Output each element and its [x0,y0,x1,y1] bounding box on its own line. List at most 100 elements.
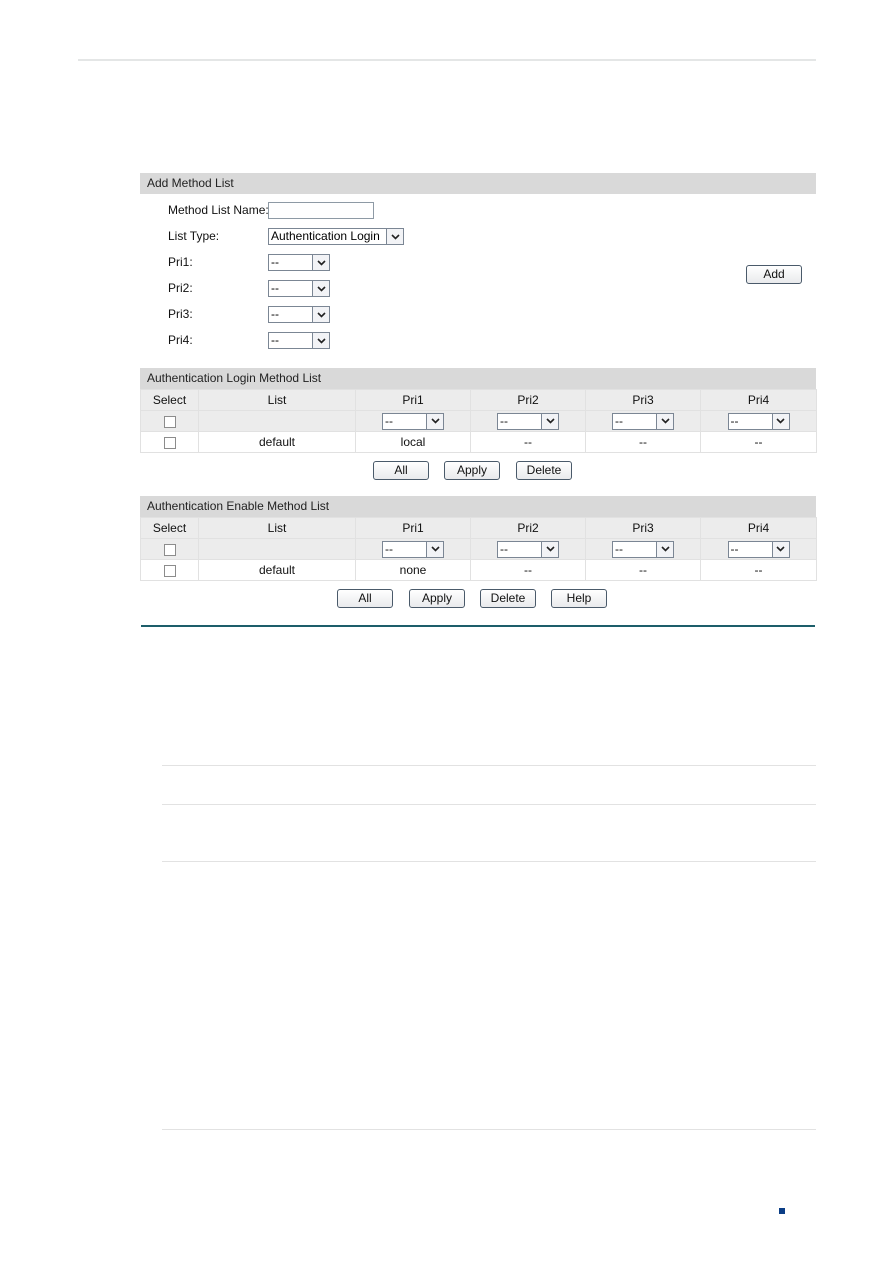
pri3-label: Pri3: [168,307,193,321]
cell-pri3: -- [585,431,701,453]
filter-pri2-value: -- [500,413,508,428]
figure-divider [141,625,815,627]
chevron-down-icon[interactable] [541,541,558,557]
chevron-down-icon[interactable] [541,413,558,429]
filter-pri4-value: -- [730,541,739,556]
cell-pri4: -- [700,559,817,581]
filter-row: -- -- -- -- [140,538,817,560]
filter-pri3-value: -- [615,541,623,556]
column-header-pri1: Pri1 [355,389,471,411]
filter-pri1-select[interactable]: -- [382,540,444,558]
column-header-pri3: Pri3 [585,517,701,539]
chevron-down-icon[interactable] [312,333,329,348]
row-checkbox[interactable] [163,564,176,577]
add-method-list-header: Add Method List [140,173,816,194]
cell-pri2: -- [470,559,586,581]
column-header-pri2: Pri2 [470,517,586,539]
enable-method-list-header: Authentication Enable Method List [140,496,816,517]
chevron-down-icon[interactable] [771,541,789,557]
pri1-value: -- [271,255,279,269]
page-header-rule [78,59,816,61]
enable-apply-button[interactable]: Apply [409,589,465,608]
filter-pri4-select[interactable]: -- [727,412,790,430]
table-row: default none -- -- -- [140,559,817,581]
login-apply-button[interactable]: Apply [444,461,500,480]
filter-pri1-value: -- [385,413,393,428]
help-button[interactable]: Help [551,589,607,608]
list-type-select[interactable]: Authentication Login [268,228,404,245]
cell-pri3: -- [585,559,701,581]
login-method-table: Select List Pri1 Pri2 Pri3 Pri4 -- -- --… [140,389,817,453]
filter-pri4-value: -- [730,413,739,428]
pri2-select[interactable]: -- [268,280,330,297]
chevron-down-icon[interactable] [312,281,329,296]
column-header-list: List [198,517,356,539]
table-rule [162,804,816,805]
filter-pri3-select[interactable]: -- [612,412,674,430]
pri1-select[interactable]: -- [268,254,330,271]
add-button[interactable]: Add [746,265,802,284]
pri1-label: Pri1: [168,255,193,269]
column-header-pri1: Pri1 [355,517,471,539]
chevron-down-icon[interactable] [312,307,329,322]
pri2-label: Pri2: [168,281,193,295]
login-all-button[interactable]: All [373,461,429,480]
column-header-pri4: Pri4 [700,517,817,539]
cell-list: default [198,431,356,453]
column-header-pri3: Pri3 [585,389,701,411]
chevron-down-icon[interactable] [386,229,403,244]
cell-pri4: -- [700,431,817,453]
page-marker-square-icon [779,1208,785,1214]
select-all-checkbox[interactable] [163,543,176,556]
chevron-down-icon[interactable] [656,413,673,429]
method-list-name-label: Method List Name: [168,203,269,217]
column-header-pri4: Pri4 [700,389,817,411]
pri3-select[interactable]: -- [268,306,330,323]
column-header-list: List [198,389,356,411]
pri3-value: -- [271,307,279,321]
list-filter-cell [198,538,356,560]
filter-pri3-select[interactable]: -- [612,540,674,558]
column-header-select: Select [140,517,199,539]
enable-all-button[interactable]: All [337,589,393,608]
filter-pri2-value: -- [500,541,508,556]
filter-pri1-select[interactable]: -- [382,412,444,430]
login-delete-button[interactable]: Delete [516,461,572,480]
table-rule [162,1129,816,1130]
pri4-label: Pri4: [168,333,193,347]
row-checkbox[interactable] [163,436,176,449]
cell-pri2: -- [470,431,586,453]
chevron-down-icon[interactable] [426,541,443,557]
filter-pri3-value: -- [615,413,623,428]
table-rule [162,765,816,766]
table-header-row: Select List Pri1 Pri2 Pri3 Pri4 [140,389,817,411]
filter-pri4-select[interactable]: -- [727,540,790,558]
enable-delete-button[interactable]: Delete [480,589,536,608]
method-list-name-input[interactable] [268,202,374,219]
select-all-checkbox[interactable] [163,415,176,428]
pri4-value: -- [271,333,279,347]
cell-list: default [198,559,356,581]
table-header-row: Select List Pri1 Pri2 Pri3 Pri4 [140,517,817,539]
enable-method-table: Select List Pri1 Pri2 Pri3 Pri4 -- -- --… [140,517,817,581]
cell-pri1: none [355,559,471,581]
column-header-pri2: Pri2 [470,389,586,411]
list-type-value: Authentication Login [271,229,380,243]
list-type-label: List Type: [168,229,220,243]
table-row: default local -- -- -- [140,431,817,453]
chevron-down-icon[interactable] [426,413,443,429]
pri4-select[interactable]: -- [268,332,330,349]
column-header-select: Select [140,389,199,411]
table-rule [162,861,816,862]
filter-pri2-select[interactable]: -- [497,540,559,558]
pri2-value: -- [271,281,279,295]
list-filter-cell [198,410,356,432]
filter-row: -- -- -- -- [140,410,817,432]
filter-pri2-select[interactable]: -- [497,412,559,430]
login-method-list-header: Authentication Login Method List [140,368,816,389]
cell-pri1: local [355,431,471,453]
chevron-down-icon[interactable] [656,541,673,557]
chevron-down-icon[interactable] [312,255,329,270]
filter-pri1-value: -- [385,541,393,556]
chevron-down-icon[interactable] [771,413,789,429]
